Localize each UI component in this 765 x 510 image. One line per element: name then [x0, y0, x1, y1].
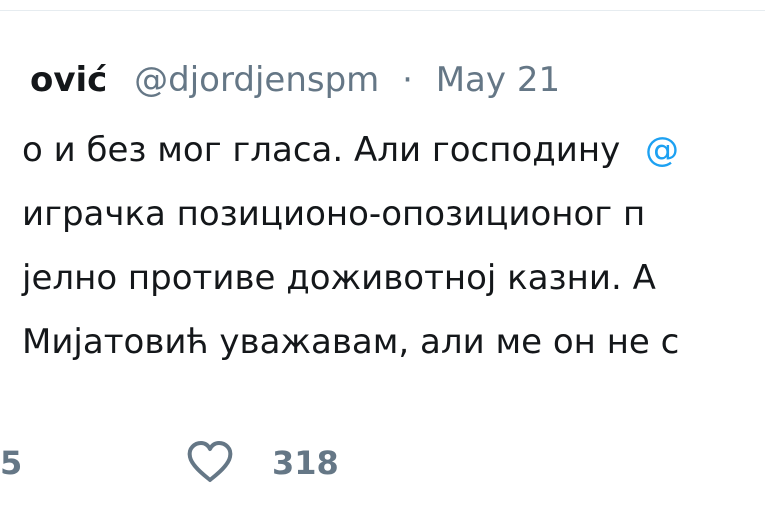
tweet-text-line-2: играчка позиционо-опозиционог п — [22, 194, 646, 234]
tweet-text-line-3: јелно противе доживотној казни. А — [22, 258, 656, 298]
tweet-header: ović @djordjenspm · May 21 — [30, 58, 560, 102]
tweet-text-segment: о и без мог гласа. Али господину — [22, 130, 621, 170]
tweet-card: ović @djordjenspm · May 21 о и без мог г… — [0, 0, 765, 510]
heart-outline-icon[interactable] — [186, 440, 234, 484]
mention-link[interactable]: @ — [645, 130, 679, 170]
tweet-text-line-1: о и без мог гласа. Али господину @ — [22, 128, 679, 172]
top-divider — [0, 10, 765, 11]
action-count-left: 5 — [0, 444, 23, 482]
tweet-actions: 5 318 — [0, 438, 765, 488]
header-separator: · — [402, 60, 413, 100]
author-handle[interactable]: @djordjenspm — [134, 60, 379, 100]
like-count: 318 — [272, 444, 339, 482]
tweet-date[interactable]: May 21 — [436, 60, 560, 100]
author-name[interactable]: ović — [30, 60, 107, 100]
tweet-text-line-4: Мијатовић уважавам, али ме он не с — [22, 322, 680, 362]
